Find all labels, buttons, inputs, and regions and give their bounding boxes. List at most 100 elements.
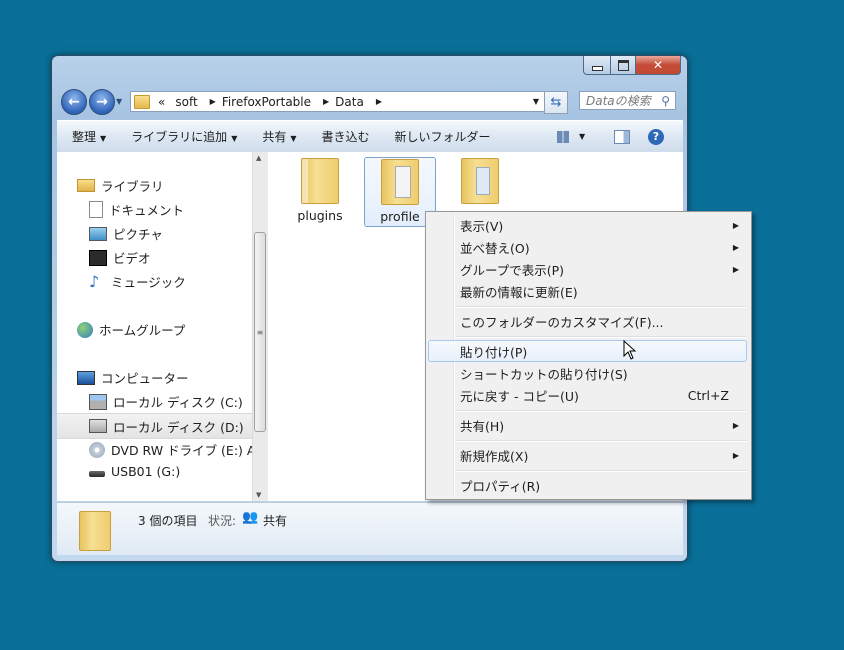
navigation-pane: ライブラリ ドキュメント ピクチャ ビデオ ♪ ミュージック ホームグループ コ…	[57, 152, 255, 501]
usb-drive-icon	[89, 470, 105, 477]
document-preview-icon	[476, 167, 490, 195]
scroll-down-icon[interactable]: ▼	[256, 491, 261, 499]
menu-separator	[456, 306, 747, 308]
submenu-arrow-icon: ▶	[732, 220, 739, 230]
breadcrumb-overflow[interactable]: «	[158, 95, 165, 109]
menu-item-sort[interactable]: 並べ替え(O) ▶	[428, 236, 747, 258]
library-icon	[77, 179, 95, 192]
menu-item-undo[interactable]: 元に戻す - コピー(U) Ctrl+Z	[428, 384, 747, 406]
homegroup-icon	[77, 321, 93, 338]
chevron-right-icon[interactable]: ▶	[323, 97, 329, 106]
menu-separator	[456, 440, 747, 442]
preview-pane-icon[interactable]	[614, 129, 630, 144]
close-icon: ✕	[652, 58, 664, 72]
minimize-icon	[591, 65, 603, 71]
folder-icon	[134, 94, 150, 109]
submenu-arrow-icon: ▶	[732, 242, 739, 252]
sidebar-item-documents[interactable]: ドキュメント	[89, 200, 184, 219]
menu-item-view[interactable]: 表示(V) ▶	[428, 214, 747, 236]
arrow-left-icon: ←	[68, 94, 80, 110]
menu-item-refresh[interactable]: 最新の情報に更新(E)	[428, 280, 747, 302]
drive-icon	[89, 419, 107, 433]
search-placeholder: Dataの検索	[586, 94, 651, 108]
help-icon[interactable]: ?	[648, 128, 664, 145]
maximize-icon	[617, 59, 629, 71]
picture-icon	[89, 226, 107, 241]
music-icon: ♪	[89, 271, 100, 291]
chevron-right-icon[interactable]: ▶	[376, 97, 382, 106]
menu-item-paste-shortcut[interactable]: ショートカットの貼り付け(S)	[428, 362, 747, 384]
refresh-icon: ⇆	[550, 95, 562, 110]
recent-pages-dropdown[interactable]: ▼	[116, 97, 122, 106]
context-menu: 表示(V) ▶ 並べ替え(O) ▶ グループで表示(P) ▶ 最新の情報に更新(E) …	[425, 211, 752, 500]
add-to-library-button[interactable]: ライブラリに追加 ▼	[131, 128, 237, 145]
document-icon	[89, 201, 103, 218]
folder-icon	[381, 159, 419, 205]
sidebar-item-drive-e[interactable]: DVD RW ドライブ (E:) Al	[89, 440, 254, 459]
sidebar-item-drive-c[interactable]: ローカル ディスク (C:)	[89, 392, 243, 411]
arrow-right-icon: →	[96, 94, 108, 110]
view-grid-icon	[557, 130, 569, 143]
breadcrumb-firefoxportable[interactable]: FirefoxPortable	[222, 95, 311, 109]
sidebar-item-pictures[interactable]: ピクチャ	[89, 224, 163, 243]
submenu-arrow-icon: ▶	[732, 450, 739, 460]
close-button[interactable]: ✕	[636, 56, 681, 75]
caption-buttons: ✕	[583, 56, 681, 75]
search-input[interactable]: Dataの検索 ⚲	[579, 91, 676, 110]
submenu-arrow-icon: ▶	[732, 420, 739, 430]
new-folder-button[interactable]: 新しいフォルダー	[395, 128, 491, 145]
burn-button[interactable]: 書き込む	[322, 128, 370, 145]
scroll-thumb[interactable]: ≡	[254, 232, 266, 432]
state-value: 共有	[263, 514, 288, 528]
submenu-arrow-icon: ▶	[732, 264, 739, 274]
computer-icon	[77, 370, 95, 385]
address-bar[interactable]: « soft ▶ FirefoxPortable ▶ Data ▶ ▼	[130, 91, 545, 112]
minimize-button[interactable]	[583, 56, 611, 75]
share-button[interactable]: 共有 ▼	[262, 128, 296, 145]
maximize-button[interactable]	[611, 56, 636, 75]
address-dropdown-icon[interactable]: ▼	[533, 97, 539, 106]
folder-icon	[461, 158, 499, 204]
chevron-right-icon[interactable]: ▶	[210, 97, 216, 106]
folder-item[interactable]: plugins	[284, 158, 356, 228]
menu-item-customize[interactable]: このフォルダーのカスタマイズ(F)...	[428, 310, 747, 332]
undo-shortcut: Ctrl+Z	[687, 387, 729, 403]
menu-item-group[interactable]: グループで表示(P) ▶	[428, 258, 747, 280]
sidebar-item-music[interactable]: ♪ ミュージック	[89, 272, 186, 291]
sidebar-item-computer[interactable]: コンピューター	[77, 368, 189, 387]
scroll-up-icon[interactable]: ▲	[256, 154, 261, 162]
menu-separator	[456, 470, 747, 472]
menu-separator	[456, 336, 747, 338]
refresh-button[interactable]: ⇆	[544, 91, 568, 114]
navigation-scrollbar[interactable]: ▲ ≡ ▼	[252, 152, 268, 501]
command-bar: 整理 ▼ ライブラリに追加 ▼ 共有 ▼ 書き込む 新しいフォルダー ▼ ?	[57, 120, 683, 153]
state-label: 状況:	[208, 514, 237, 528]
menu-separator	[456, 410, 747, 412]
menu-item-share[interactable]: 共有(H) ▶	[428, 414, 747, 436]
back-button[interactable]: ←	[61, 89, 87, 115]
video-icon	[89, 249, 107, 266]
breadcrumb-soft[interactable]: soft	[175, 95, 197, 109]
sidebar-item-homegroup[interactable]: ホームグループ	[77, 320, 185, 339]
organize-button[interactable]: 整理 ▼	[72, 128, 106, 145]
document-preview-icon	[395, 166, 411, 198]
view-options-button[interactable]: ▼	[557, 130, 585, 143]
sidebar-item-libraries[interactable]: ライブラリ	[77, 176, 164, 195]
menu-item-properties[interactable]: プロパティ(R)	[428, 474, 747, 496]
forward-button[interactable]: →	[89, 89, 115, 115]
item-count: 3 個の項目	[138, 514, 198, 528]
breadcrumb-data[interactable]: Data	[335, 95, 364, 109]
folder-icon	[301, 158, 339, 204]
menu-item-new[interactable]: 新規作成(X) ▶	[428, 444, 747, 466]
system-drive-icon	[89, 393, 107, 410]
search-icon: ⚲	[661, 93, 670, 108]
mouse-cursor-icon	[623, 340, 637, 360]
sidebar-item-drive-g[interactable]: USB01 (G:)	[89, 464, 180, 479]
menu-item-paste[interactable]: 貼り付け(P)	[428, 340, 747, 362]
dvd-drive-icon	[89, 441, 105, 458]
sidebar-item-videos[interactable]: ビデオ	[89, 248, 151, 267]
details-pane: 3 個の項目 状況: 👥 共有	[57, 502, 683, 555]
folder-icon	[79, 511, 111, 551]
share-state-icon: 👥	[242, 510, 259, 525]
sidebar-item-drive-d[interactable]: ローカル ディスク (D:)	[57, 413, 254, 439]
